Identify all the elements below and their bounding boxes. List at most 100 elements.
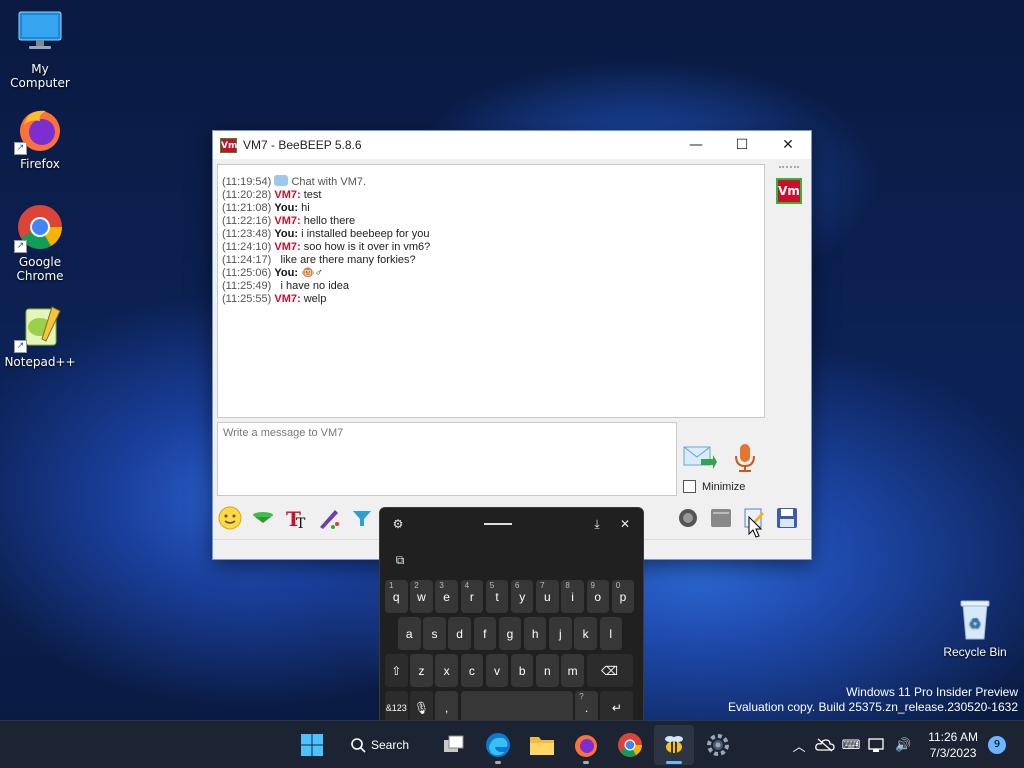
chat-message: (11:25:55) VM7: welp [222, 293, 760, 306]
desktop-icon-my-computer[interactable]: My Computer [0, 10, 80, 90]
key-s[interactable]: s [423, 617, 446, 650]
chat-message: (11:24:17) like are there many forkies? [222, 254, 760, 267]
key-e[interactable]: 3e [435, 580, 458, 613]
mouse-cursor-icon [748, 516, 762, 538]
chat-message: (11:21:08) You: hi [222, 202, 760, 215]
key-f[interactable]: f [473, 617, 497, 650]
expand-emoticons-button[interactable] [250, 505, 276, 531]
taskbar-search[interactable]: Search [338, 729, 428, 761]
maximize-window-button[interactable]: ☐ [719, 131, 765, 159]
keyboard-close-icon[interactable]: ✕ [615, 514, 635, 534]
taskbar-clock[interactable]: 11:26 AM 7/3/2023 [928, 729, 978, 761]
message-input[interactable]: Write a message to VM7 [217, 422, 677, 496]
message-text: like are there many forkies? [274, 254, 416, 266]
desktop-icon-notepad-plus-plus[interactable]: ↗ Notepad++ [0, 303, 80, 369]
save-chat-button[interactable] [774, 505, 800, 531]
message-sender: VM7: [274, 241, 301, 253]
show-hidden-icons-chevron-icon[interactable]: ︿ [786, 732, 812, 758]
volume-icon[interactable]: 🔊 [890, 732, 916, 758]
taskbar-beebeep[interactable] [654, 725, 694, 765]
key-b[interactable]: b [510, 654, 534, 687]
taskbar-settings[interactable] [698, 725, 738, 765]
task-view-icon [444, 735, 464, 752]
minimize-label: Minimize [702, 480, 746, 493]
font-button[interactable]: TT [283, 505, 309, 531]
task-view-button[interactable] [434, 725, 474, 765]
key-t[interactable]: 5t [485, 580, 509, 613]
keyboard-settings-icon[interactable]: ⚙ [388, 514, 408, 534]
key-j[interactable]: j [549, 617, 572, 650]
edge-icon [486, 733, 510, 757]
key-k[interactable]: k [574, 617, 597, 650]
clipboard-icon[interactable]: ⧉ [390, 550, 410, 570]
checkbox-box[interactable] [683, 480, 696, 493]
key-char: r [469, 589, 474, 604]
key-v[interactable]: v [485, 654, 509, 687]
close-window-button[interactable]: ✕ [765, 131, 811, 159]
taskbar-chrome[interactable] [610, 725, 650, 765]
shift-key[interactable]: ⇧ [385, 654, 408, 687]
key-m[interactable]: m [561, 654, 584, 687]
key-x[interactable]: x [435, 654, 458, 687]
network-icon[interactable] [864, 732, 890, 758]
clock-time: 11:26 AM [928, 730, 978, 744]
chat-message: (11:25:49) i have no idea [222, 280, 760, 293]
keyboard-row-3: ⇧ z x c v b n m ⌫ [380, 654, 643, 687]
voice-message-button[interactable] [733, 443, 757, 473]
key-c[interactable]: c [460, 654, 484, 687]
windows-logo-icon [301, 734, 323, 756]
keyboard-header: ⚙ ⤓ ✕ [380, 508, 643, 540]
onedrive-icon[interactable] [812, 732, 838, 758]
chat-history[interactable]: (11:19:54) Chat with VM7. (11:20:28) VM7:… [217, 164, 765, 418]
keyboard-row-1: 1q2w3e4r5t6y7u8i9o0p [380, 580, 643, 613]
message-timestamp: (11:23:48) [222, 228, 272, 240]
filter-icon [353, 511, 371, 526]
key-w[interactable]: 2w [410, 580, 433, 613]
key-p[interactable]: 0p [611, 580, 635, 613]
key-u[interactable]: 7u [536, 580, 559, 613]
taskbar-firefox[interactable] [566, 725, 606, 765]
share-folder-button[interactable] [708, 505, 734, 531]
key-r[interactable]: 4r [460, 580, 484, 613]
panel-grip[interactable] [779, 166, 799, 168]
taskbar-apps: Search [290, 725, 740, 765]
folder-icon [530, 737, 554, 755]
desktop-icon-google-chrome[interactable]: ↗ Google Chrome [0, 203, 80, 283]
start-button[interactable] [292, 725, 332, 765]
filter-button[interactable] [349, 505, 375, 531]
desktop-icon-recycle-bin[interactable]: ♻ Recycle Bin [935, 597, 1015, 659]
notification-badge[interactable]: 9 [988, 736, 1006, 754]
key-g[interactable]: g [498, 617, 522, 650]
taskbar-file-explorer[interactable] [522, 725, 562, 765]
keyboard-dock-icon[interactable]: ⤓ [587, 514, 607, 534]
message-text: Chat with VM7. [288, 176, 367, 188]
touch-keyboard-icon[interactable]: ⌨ [838, 732, 864, 758]
message-timestamp: (11:19:54) [222, 176, 272, 188]
key-o[interactable]: 9o [586, 580, 609, 613]
key-char: e [443, 589, 450, 604]
emoticon-button[interactable] [217, 505, 243, 531]
message-text: test [300, 189, 322, 201]
key-n[interactable]: n [536, 654, 559, 687]
key-z[interactable]: z [410, 654, 433, 687]
key-q[interactable]: 1q [385, 580, 408, 613]
minimize-checkbox[interactable]: Minimize [683, 480, 745, 493]
key-l[interactable]: l [599, 617, 622, 650]
user-avatar-vm7[interactable]: Vm [776, 178, 802, 204]
window-titlebar[interactable]: Vm VM7 - BeeBEEP 5.8.6 — ☐ ✕ [213, 131, 811, 159]
desktop-icon-firefox[interactable]: ↗ Firefox [0, 105, 80, 171]
key-d[interactable]: d [448, 617, 471, 650]
key-h[interactable]: h [523, 617, 547, 650]
color-button[interactable] [316, 505, 342, 531]
floppy-disk-icon [777, 508, 797, 528]
taskbar-edge[interactable] [478, 725, 518, 765]
key-i[interactable]: 8i [561, 580, 584, 613]
key-y[interactable]: 6y [510, 580, 534, 613]
shortcut-arrow-icon: ↗ [14, 142, 27, 155]
backspace-key[interactable]: ⌫ [586, 654, 633, 687]
minimize-window-button[interactable]: — [673, 131, 719, 159]
keyboard-drag-handle[interactable] [408, 523, 587, 525]
key-a[interactable]: a [398, 617, 421, 650]
send-message-button[interactable] [683, 443, 717, 471]
screenshot-button[interactable] [675, 505, 701, 531]
